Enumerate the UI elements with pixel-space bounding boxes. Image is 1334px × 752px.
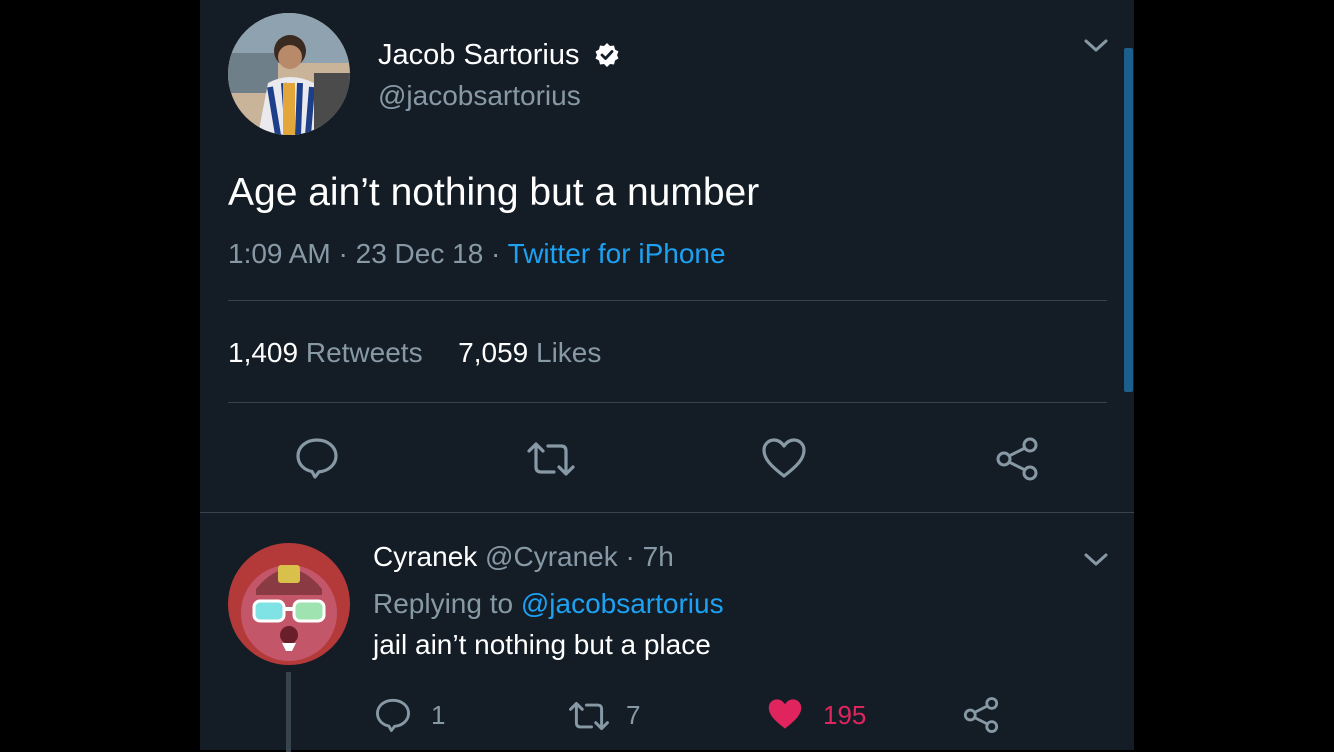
reply-age: 7h [642,541,674,572]
thread-line [286,672,291,752]
replying-to-prefix: Replying to [373,588,514,619]
verified-badge-icon [594,42,620,73]
tweet-meta: 1:09 AM · 23 Dec 18 · Twitter for iPhone [228,237,726,271]
likes-stat[interactable]: 7,059 Likes [458,337,601,368]
like-icon[interactable] [761,437,807,484]
tweet-source-link[interactable]: Twitter for iPhone [508,238,726,269]
divider [228,402,1107,403]
reply-author-name[interactable]: Cyranek [373,541,477,572]
chevron-down-icon[interactable] [1083,36,1109,61]
tweet-text: Age ain’t nothing but a number [228,171,760,214]
section-divider [200,512,1134,513]
retweets-stat[interactable]: 1,409 Retweets [228,337,430,368]
likes-label: Likes [536,337,602,368]
tweet-stats: 1,409 Retweets 7,059 Likes [228,336,601,370]
author-avatar[interactable] [228,13,350,135]
retweet-icon[interactable] [526,439,576,484]
retweets-label: Retweets [305,337,423,368]
replying-to: Replying to @jacobsartorius [373,587,724,621]
like-count: 195 [823,700,867,730]
scrollbar[interactable] [1124,48,1133,392]
share-icon[interactable] [994,436,1040,487]
reply-separator: · [625,541,635,572]
chevron-down-icon[interactable] [1083,550,1109,575]
likes-count: 7,059 [458,337,529,368]
meta-separator: · [491,238,501,269]
share-icon[interactable] [962,696,1000,739]
author-handle[interactable]: @jacobsartorius [378,80,581,112]
retweets-count: 1,409 [228,337,299,368]
like-icon-filled[interactable] [766,697,804,736]
replying-to-link[interactable]: @jacobsartorius [521,588,724,619]
reply-icon[interactable] [375,697,411,738]
tweet-date: 23 Dec 18 [355,238,484,269]
retweet-icon[interactable] [568,699,610,738]
author-name[interactable]: Jacob Sartorius [378,38,580,72]
divider [228,300,1107,301]
reply-count: 1 [431,700,446,730]
tweet-time: 1:09 AM [228,238,331,269]
retweet-count: 7 [626,700,641,730]
reply-text: jail ain’t nothing but a place [373,629,711,660]
reply-icon[interactable] [295,436,339,485]
reply-header: Cyranek @Cyranek · 7h [373,540,674,574]
meta-separator: · [338,238,348,269]
reply-author-handle[interactable]: @Cyranek [485,541,618,572]
reply-author-avatar[interactable] [228,543,350,665]
